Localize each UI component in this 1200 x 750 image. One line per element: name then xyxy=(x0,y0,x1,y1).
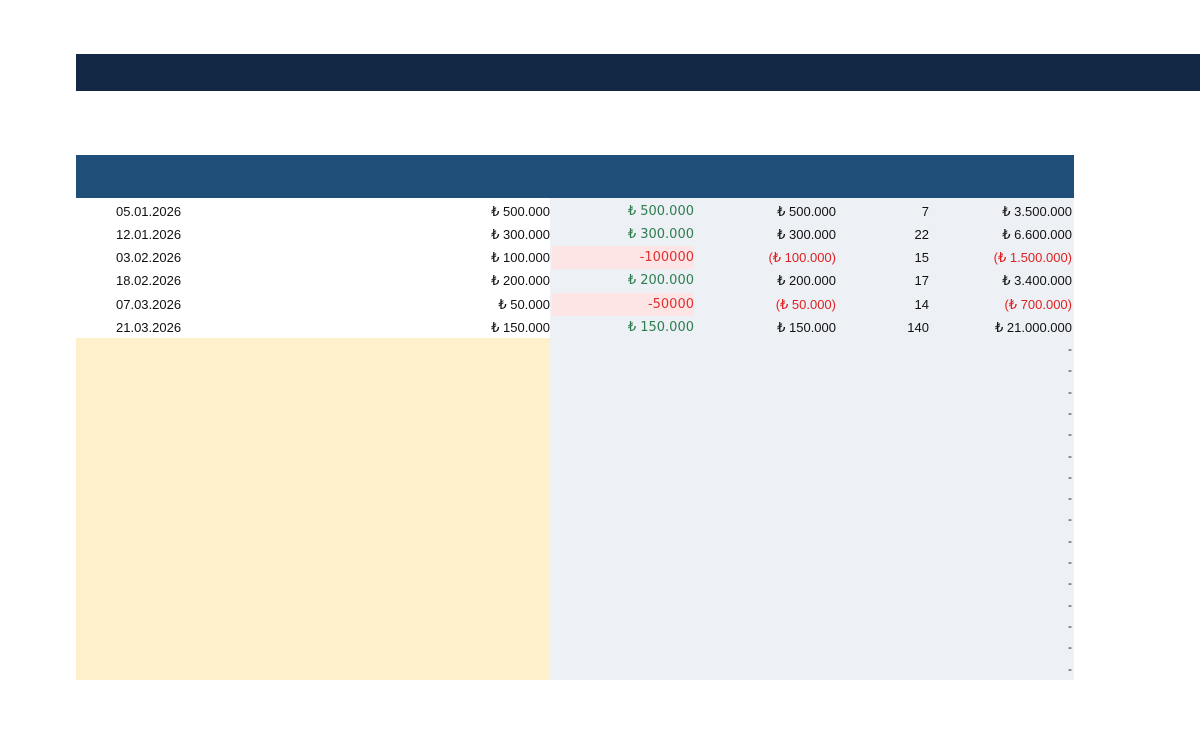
date-cell[interactable]: 05.01.2026 xyxy=(116,200,181,223)
total-cell[interactable]: ₺ 6.600.000 xyxy=(936,223,1072,246)
table-row[interactable]: 07.03.2026 ₺ 50.000 -50000 (₺ 50.000) 14 (₺ 7… xyxy=(76,293,1074,316)
profit-loss-cell[interactable]: -50000 xyxy=(552,293,694,316)
quantity-cell[interactable]: 14 xyxy=(866,293,929,316)
table-row[interactable]: 12.01.2026 ₺ 300.000 ₺ 300.000 ₺ 300.000 22 ₺… xyxy=(76,223,1074,246)
empty-total-cell[interactable]: - xyxy=(1060,659,1072,680)
table-header xyxy=(76,155,1074,198)
quantity-cell[interactable]: 140 xyxy=(866,316,929,339)
title-bar xyxy=(76,54,1200,91)
empty-total-cell[interactable]: - xyxy=(1060,531,1072,552)
date-cell[interactable]: 03.02.2026 xyxy=(116,246,181,269)
empty-total-cell[interactable]: - xyxy=(1060,360,1072,381)
date-cell[interactable]: 18.02.2026 xyxy=(116,269,181,292)
empty-total-cell[interactable]: - xyxy=(1060,637,1072,658)
total-cell[interactable]: (₺ 1.500.000) xyxy=(936,246,1072,269)
amount-cell[interactable]: ₺ 500.000 xyxy=(406,200,550,223)
amount-cell[interactable]: ₺ 50.000 xyxy=(406,293,550,316)
profit-loss-cell[interactable]: ₺ 300.000 xyxy=(550,223,694,246)
total-cell[interactable]: ₺ 21.000.000 xyxy=(936,316,1072,339)
empty-total-cell[interactable]: - xyxy=(1060,573,1072,594)
value-cell[interactable]: (₺ 50.000) xyxy=(694,293,836,316)
table-row[interactable]: 05.01.2026 ₺ 500.000 ₺ 500.000 ₺ 500.000 7 ₺ … xyxy=(76,200,1074,223)
empty-total-cell[interactable]: - xyxy=(1060,403,1072,424)
date-cell[interactable]: 21.03.2026 xyxy=(116,316,181,339)
value-cell[interactable]: ₺ 150.000 xyxy=(694,316,836,339)
value-cell[interactable]: ₺ 200.000 xyxy=(694,269,836,292)
empty-total-cell[interactable]: - xyxy=(1060,488,1072,509)
table-row[interactable]: 03.02.2026 ₺ 100.000 -100000 (₺ 100.000) 15 (… xyxy=(76,246,1074,269)
total-cell[interactable]: (₺ 700.000) xyxy=(936,293,1072,316)
quantity-cell[interactable]: 15 xyxy=(866,246,929,269)
empty-total-cell[interactable]: - xyxy=(1060,616,1072,637)
date-cell[interactable]: 12.01.2026 xyxy=(116,223,181,246)
empty-total-cell[interactable]: - xyxy=(1060,424,1072,445)
empty-total-cell[interactable]: - xyxy=(1060,509,1072,530)
quantity-cell[interactable]: 17 xyxy=(866,269,929,292)
amount-cell[interactable]: ₺ 300.000 xyxy=(406,223,550,246)
table-row[interactable]: 18.02.2026 ₺ 200.000 ₺ 200.000 ₺ 200.000 17 ₺… xyxy=(76,269,1074,292)
empty-total-cell[interactable]: - xyxy=(1060,339,1072,360)
value-cell[interactable]: ₺ 300.000 xyxy=(694,223,836,246)
total-cell[interactable]: ₺ 3.500.000 xyxy=(936,200,1072,223)
value-cell[interactable]: (₺ 100.000) xyxy=(694,246,836,269)
profit-loss-cell[interactable]: -100000 xyxy=(552,246,694,269)
amount-cell[interactable]: ₺ 100.000 xyxy=(406,246,550,269)
profit-loss-cell[interactable]: ₺ 500.000 xyxy=(550,200,694,223)
empty-total-cell[interactable]: - xyxy=(1060,595,1072,616)
input-area[interactable] xyxy=(76,338,550,680)
date-cell[interactable]: 07.03.2026 xyxy=(116,293,181,316)
spreadsheet-page: 05.01.2026 ₺ 500.000 ₺ 500.000 ₺ 500.000 7 ₺ … xyxy=(0,0,1200,750)
total-cell[interactable]: ₺ 3.400.000 xyxy=(936,269,1072,292)
amount-cell[interactable]: ₺ 150.000 xyxy=(406,316,550,339)
quantity-cell[interactable]: 22 xyxy=(866,223,929,246)
profit-loss-cell[interactable]: ₺ 150.000 xyxy=(550,316,694,339)
amount-cell[interactable]: ₺ 200.000 xyxy=(406,269,550,292)
table-row[interactable]: 21.03.2026 ₺ 150.000 ₺ 150.000 ₺ 150.000 140… xyxy=(76,316,1074,339)
empty-total-cell[interactable]: - xyxy=(1060,382,1072,403)
quantity-cell[interactable]: 7 xyxy=(866,200,929,223)
value-cell[interactable]: ₺ 500.000 xyxy=(694,200,836,223)
empty-total-cell[interactable]: - xyxy=(1060,446,1072,467)
empty-total-cell[interactable]: - xyxy=(1060,552,1072,573)
profit-loss-cell[interactable]: ₺ 200.000 xyxy=(550,269,694,292)
empty-total-cell[interactable]: - xyxy=(1060,467,1072,488)
